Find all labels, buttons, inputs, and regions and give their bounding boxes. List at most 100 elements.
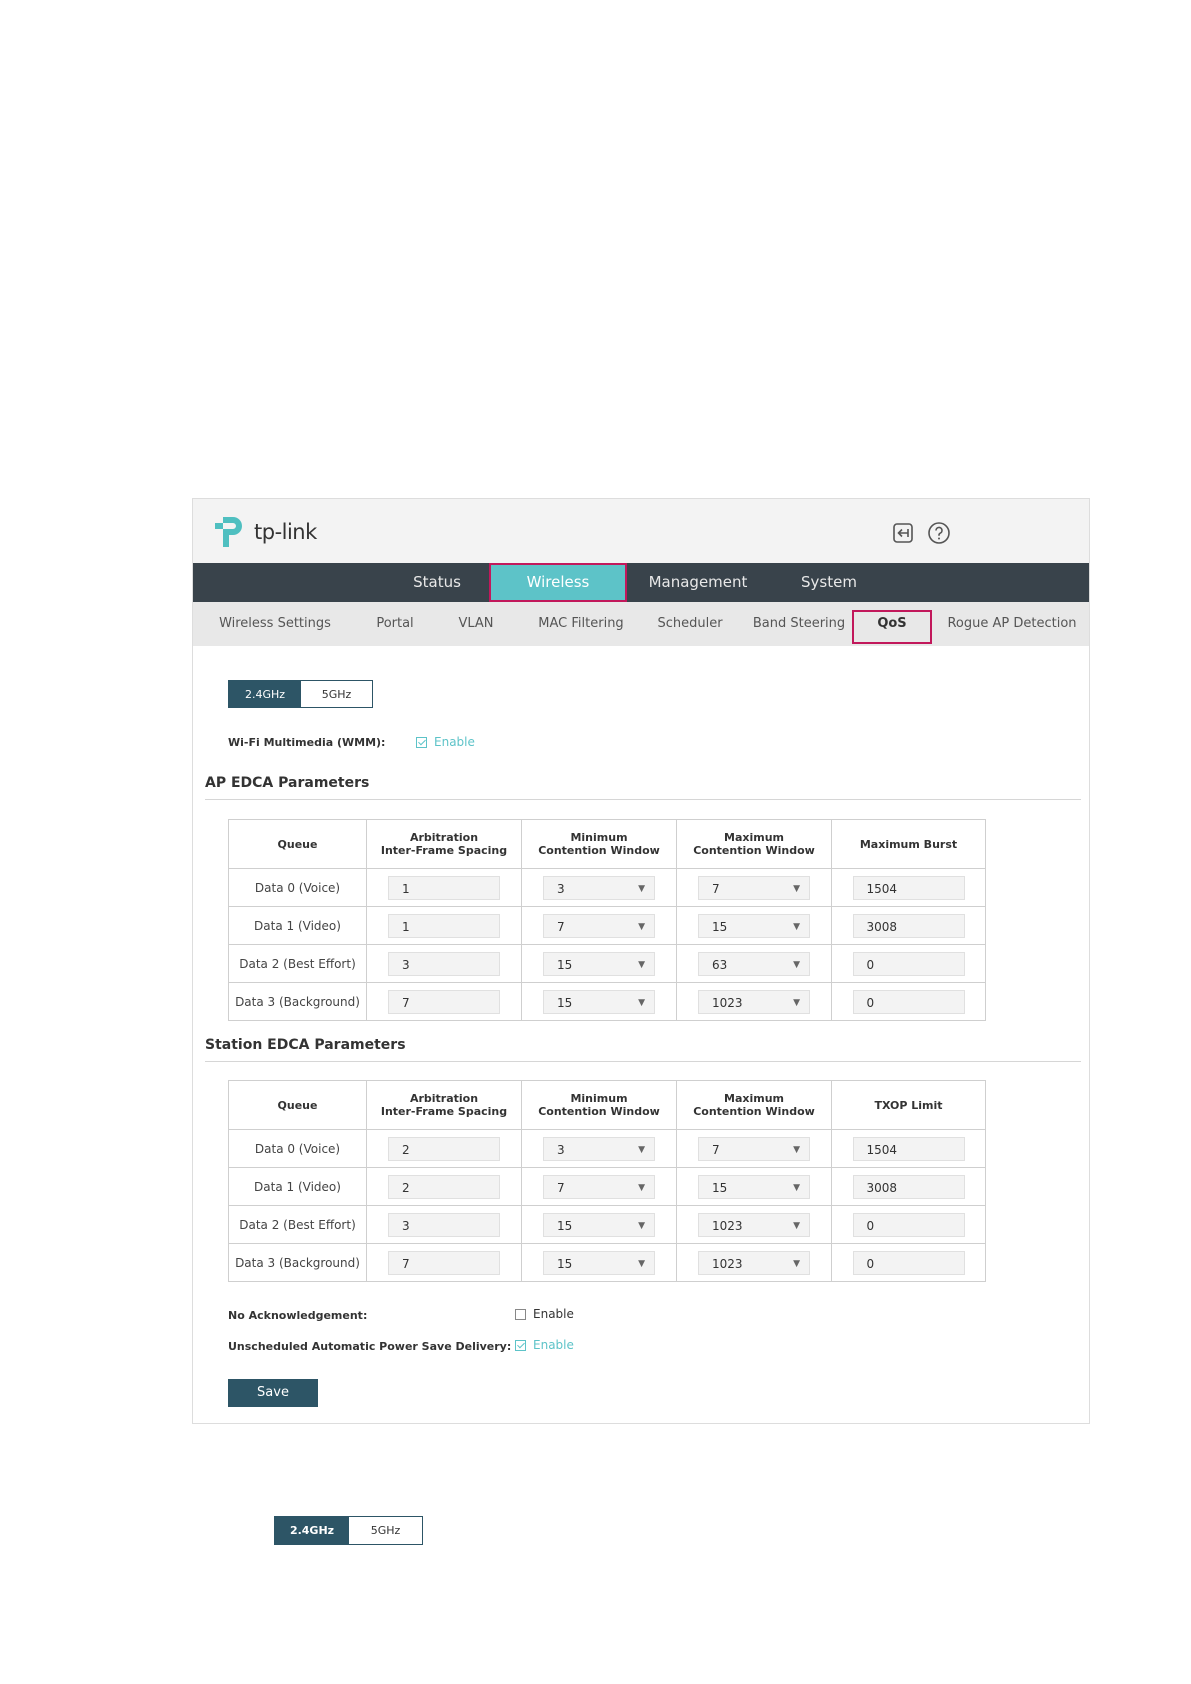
table-cell: 15 ▼: [521, 1243, 677, 1282]
table-cell: 3: [366, 1205, 522, 1244]
cwmax-select[interactable]: 1023 ▼: [698, 1250, 810, 1276]
table-cell: 63 ▼: [676, 944, 832, 983]
aifs-input[interactable]: 3: [388, 1212, 500, 1237]
bottom-band-2-4ghz-button[interactable]: 2.4GHz: [275, 1517, 349, 1544]
chevron-down-icon[interactable]: ▼: [638, 877, 645, 901]
chevron-down-icon[interactable]: ▼: [638, 953, 645, 977]
sub-navigation: Wireless Settings Portal VLAN MAC Filter…: [193, 602, 1089, 646]
nav-management[interactable]: Management: [633, 563, 763, 602]
ap-edca-title: AP EDCA Parameters: [205, 775, 370, 791]
cwmax-select[interactable]: 1023 ▼: [698, 989, 810, 1015]
aifs-input[interactable]: 2: [388, 1174, 500, 1199]
tab-band-steering[interactable]: Band Steering: [749, 602, 849, 646]
no-ack-checkbox[interactable]: Enable: [515, 1307, 574, 1321]
max-burst-input[interactable]: 0: [852, 951, 965, 976]
cwmax-select[interactable]: 7 ▼: [698, 875, 810, 901]
cwmin-value: 15: [557, 1218, 573, 1233]
tab-scheduler[interactable]: Scheduler: [650, 602, 730, 646]
cwmin-select[interactable]: 7 ▼: [543, 913, 655, 939]
save-button[interactable]: Save: [228, 1379, 318, 1407]
help-icon[interactable]: [927, 521, 951, 545]
queue-name: Data 2 (Best Effort): [239, 1217, 356, 1232]
chevron-down-icon[interactable]: ▼: [793, 1176, 800, 1200]
chevron-down-icon[interactable]: ▼: [793, 991, 800, 1015]
nav-wireless[interactable]: Wireless: [489, 563, 627, 602]
tab-qos[interactable]: QoS: [852, 602, 932, 646]
cwmax-value: 15: [712, 1180, 728, 1195]
chevron-down-icon[interactable]: ▼: [638, 915, 645, 939]
table-cell: 15 ▼: [521, 1205, 677, 1244]
aifs-input[interactable]: 7: [388, 989, 500, 1014]
chevron-down-icon[interactable]: ▼: [638, 1252, 645, 1276]
tab-rogue-ap-detection[interactable]: Rogue AP Detection: [945, 602, 1079, 646]
txop-limit-input[interactable]: 0: [852, 1212, 965, 1237]
chevron-down-icon[interactable]: ▼: [793, 877, 800, 901]
cwmin-value: 15: [557, 1256, 573, 1271]
txop-limit-input[interactable]: 3008: [852, 1174, 965, 1199]
chevron-down-icon[interactable]: ▼: [638, 1214, 645, 1238]
table-cell: 1: [366, 868, 522, 907]
band-5ghz-button[interactable]: 5GHz: [301, 681, 372, 707]
table-cell: Data 1 (Video): [228, 1167, 367, 1206]
cwmax-select[interactable]: 7 ▼: [698, 1136, 810, 1162]
tab-wireless-settings[interactable]: Wireless Settings: [215, 602, 335, 646]
station-header-1: Arbitration Inter-Frame Spacing: [366, 1080, 522, 1130]
wmm-checkbox-label: Enable: [434, 735, 475, 749]
cwmin-select[interactable]: 7 ▼: [543, 1174, 655, 1200]
cwmin-value: 3: [557, 1142, 565, 1157]
cwmin-select[interactable]: 15 ▼: [543, 989, 655, 1015]
table-cell: 0: [831, 1205, 986, 1244]
table-cell: 2: [366, 1129, 522, 1168]
wmm-checkbox[interactable]: Enable: [416, 735, 475, 749]
queue-name: Data 0 (Voice): [254, 880, 341, 895]
max-burst-input[interactable]: 3008: [852, 913, 965, 938]
aifs-input[interactable]: 2: [388, 1136, 500, 1161]
chevron-down-icon[interactable]: ▼: [793, 1252, 800, 1276]
cwmax-select[interactable]: 63 ▼: [698, 951, 810, 977]
uapsd-checkbox-box[interactable]: [515, 1339, 526, 1351]
bottom-band-5ghz-button[interactable]: 5GHz: [349, 1517, 422, 1544]
cwmax-select[interactable]: 15 ▼: [698, 1174, 810, 1200]
aifs-input[interactable]: 3: [388, 951, 500, 976]
aifs-input[interactable]: 1: [388, 913, 500, 938]
chevron-down-icon[interactable]: ▼: [638, 991, 645, 1015]
nav-status[interactable]: Status: [393, 563, 481, 602]
table-cell: 0: [831, 944, 986, 983]
no-ack-checkbox-box[interactable]: [515, 1308, 526, 1320]
chevron-down-icon[interactable]: ▼: [638, 1176, 645, 1200]
uapsd-checkbox[interactable]: Enable: [515, 1338, 574, 1352]
station-header-3: Maximum Contention Window: [676, 1080, 832, 1130]
cwmin-select[interactable]: 3 ▼: [543, 875, 655, 901]
band-2-4ghz-button[interactable]: 2.4GHz: [229, 681, 301, 707]
header: tp-link: [193, 499, 1089, 563]
cwmin-select[interactable]: 15 ▼: [543, 951, 655, 977]
logout-icon[interactable]: [891, 521, 915, 545]
table-cell: 0: [831, 1243, 986, 1282]
cwmin-select[interactable]: 15 ▼: [543, 1250, 655, 1276]
chevron-down-icon[interactable]: ▼: [793, 915, 800, 939]
chevron-down-icon[interactable]: ▼: [638, 1138, 645, 1162]
tab-mac-filtering[interactable]: MAC Filtering: [531, 602, 631, 646]
chevron-down-icon[interactable]: ▼: [793, 953, 800, 977]
chevron-down-icon[interactable]: ▼: [793, 1138, 800, 1162]
aifs-input[interactable]: 1: [388, 875, 500, 900]
table-cell: 3008: [831, 1167, 986, 1206]
cwmax-select[interactable]: 15 ▼: [698, 913, 810, 939]
table-cell: 3 ▼: [521, 868, 677, 907]
table-cell: 7: [366, 982, 522, 1021]
txop-limit-input[interactable]: 1504: [852, 1136, 965, 1161]
aifs-input[interactable]: 7: [388, 1250, 500, 1275]
cwmax-select[interactable]: 1023 ▼: [698, 1212, 810, 1238]
wmm-checkbox-box[interactable]: [416, 736, 427, 748]
table-cell: 1: [366, 906, 522, 945]
tp-link-logo-icon: [215, 517, 242, 547]
cwmin-select[interactable]: 15 ▼: [543, 1212, 655, 1238]
nav-system[interactable]: System: [779, 563, 879, 602]
max-burst-input[interactable]: 0: [852, 989, 965, 1014]
cwmin-select[interactable]: 3 ▼: [543, 1136, 655, 1162]
max-burst-input[interactable]: 1504: [852, 875, 965, 900]
chevron-down-icon[interactable]: ▼: [793, 1214, 800, 1238]
tab-vlan[interactable]: VLAN: [451, 602, 501, 646]
tab-portal[interactable]: Portal: [365, 602, 425, 646]
txop-limit-input[interactable]: 0: [852, 1250, 965, 1275]
